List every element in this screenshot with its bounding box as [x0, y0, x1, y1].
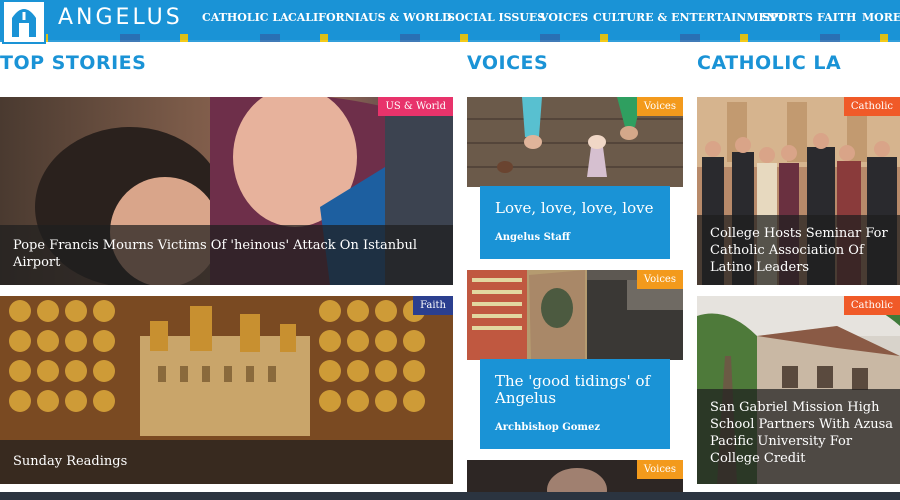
nav-sports[interactable]: SPORTS: [762, 11, 813, 24]
catholic-la-heading: CATHOLIC LA: [697, 52, 842, 74]
nav-us-world[interactable]: US & WORLD: [368, 11, 451, 24]
voices-title[interactable]: The 'good tidings' of Angelus: [495, 373, 670, 407]
voices-author[interactable]: Angelus Staff: [495, 232, 570, 243]
catholic-la-card-seminar[interactable]: Catholic College Hosts Seminar For Catho…: [697, 97, 900, 285]
voices-card-third[interactable]: Voices: [467, 460, 683, 492]
story-caption: Sunday Readings: [0, 440, 453, 484]
top-story-card-sunday-readings[interactable]: Faith Sunday Readings: [0, 296, 453, 484]
catholic-la-card-san-gabriel[interactable]: Catholic San Gabriel Mission High School…: [697, 296, 900, 484]
category-tag[interactable]: Catholic: [843, 296, 900, 315]
voices-title[interactable]: Love, love, love, love: [495, 200, 654, 217]
category-tag[interactable]: Voices: [636, 97, 683, 116]
story-title[interactable]: San Gabriel Mission High School Partners…: [710, 399, 900, 467]
category-tag[interactable]: Faith: [413, 296, 453, 315]
story-caption: San Gabriel Mission High School Partners…: [697, 389, 900, 484]
voices-card-love[interactable]: Voices: [467, 97, 683, 187]
top-story-card-istanbul[interactable]: US & World Pope Francis Mourns Victims O…: [0, 97, 453, 285]
nav-more[interactable]: MORE: [862, 11, 900, 24]
voices-card-good-tidings[interactable]: Voices: [467, 270, 683, 360]
category-tag[interactable]: Catholic: [843, 97, 900, 116]
story-title[interactable]: Sunday Readings: [13, 454, 127, 469]
nav-voices[interactable]: VOICES: [540, 11, 588, 24]
browser-bottom-strip: [0, 492, 900, 500]
angelus-logo[interactable]: [2, 0, 46, 44]
nav-culture-entertainment[interactable]: CULTURE & ENTERTAINMENT: [593, 11, 785, 24]
nav-faith[interactable]: FAITH: [817, 11, 856, 24]
category-tag[interactable]: Voices: [636, 460, 683, 479]
brand-name[interactable]: ANGELUS: [58, 5, 183, 30]
header-decorative-stripe: [0, 34, 900, 42]
church-door-icon: [12, 9, 36, 37]
voices-author[interactable]: Archbishop Gomez: [495, 422, 600, 433]
story-title[interactable]: Pope Francis Mourns Victims Of 'heinous'…: [13, 237, 433, 271]
nav-social-issues[interactable]: SOCIAL ISSUES: [447, 11, 545, 24]
voices-teaser-good-tidings[interactable]: The 'good tidings' of Angelus Archbishop…: [480, 359, 670, 449]
story-title[interactable]: College Hosts Seminar For Catholic Assoc…: [710, 225, 900, 276]
voices-heading: VOICES: [467, 52, 549, 74]
story-caption: Pope Francis Mourns Victims Of 'heinous'…: [0, 225, 453, 285]
story-caption: College Hosts Seminar For Catholic Assoc…: [697, 215, 900, 285]
category-tag[interactable]: US & World: [378, 97, 453, 116]
top-stories-heading: TOP STORIES: [0, 52, 147, 74]
voices-teaser-love[interactable]: Love, love, love, love Angelus Staff: [480, 186, 670, 259]
category-tag[interactable]: Voices: [636, 270, 683, 289]
nav-california[interactable]: CALIFORNIA: [288, 11, 368, 24]
nav-catholic-la[interactable]: CATHOLIC LA: [202, 11, 289, 24]
